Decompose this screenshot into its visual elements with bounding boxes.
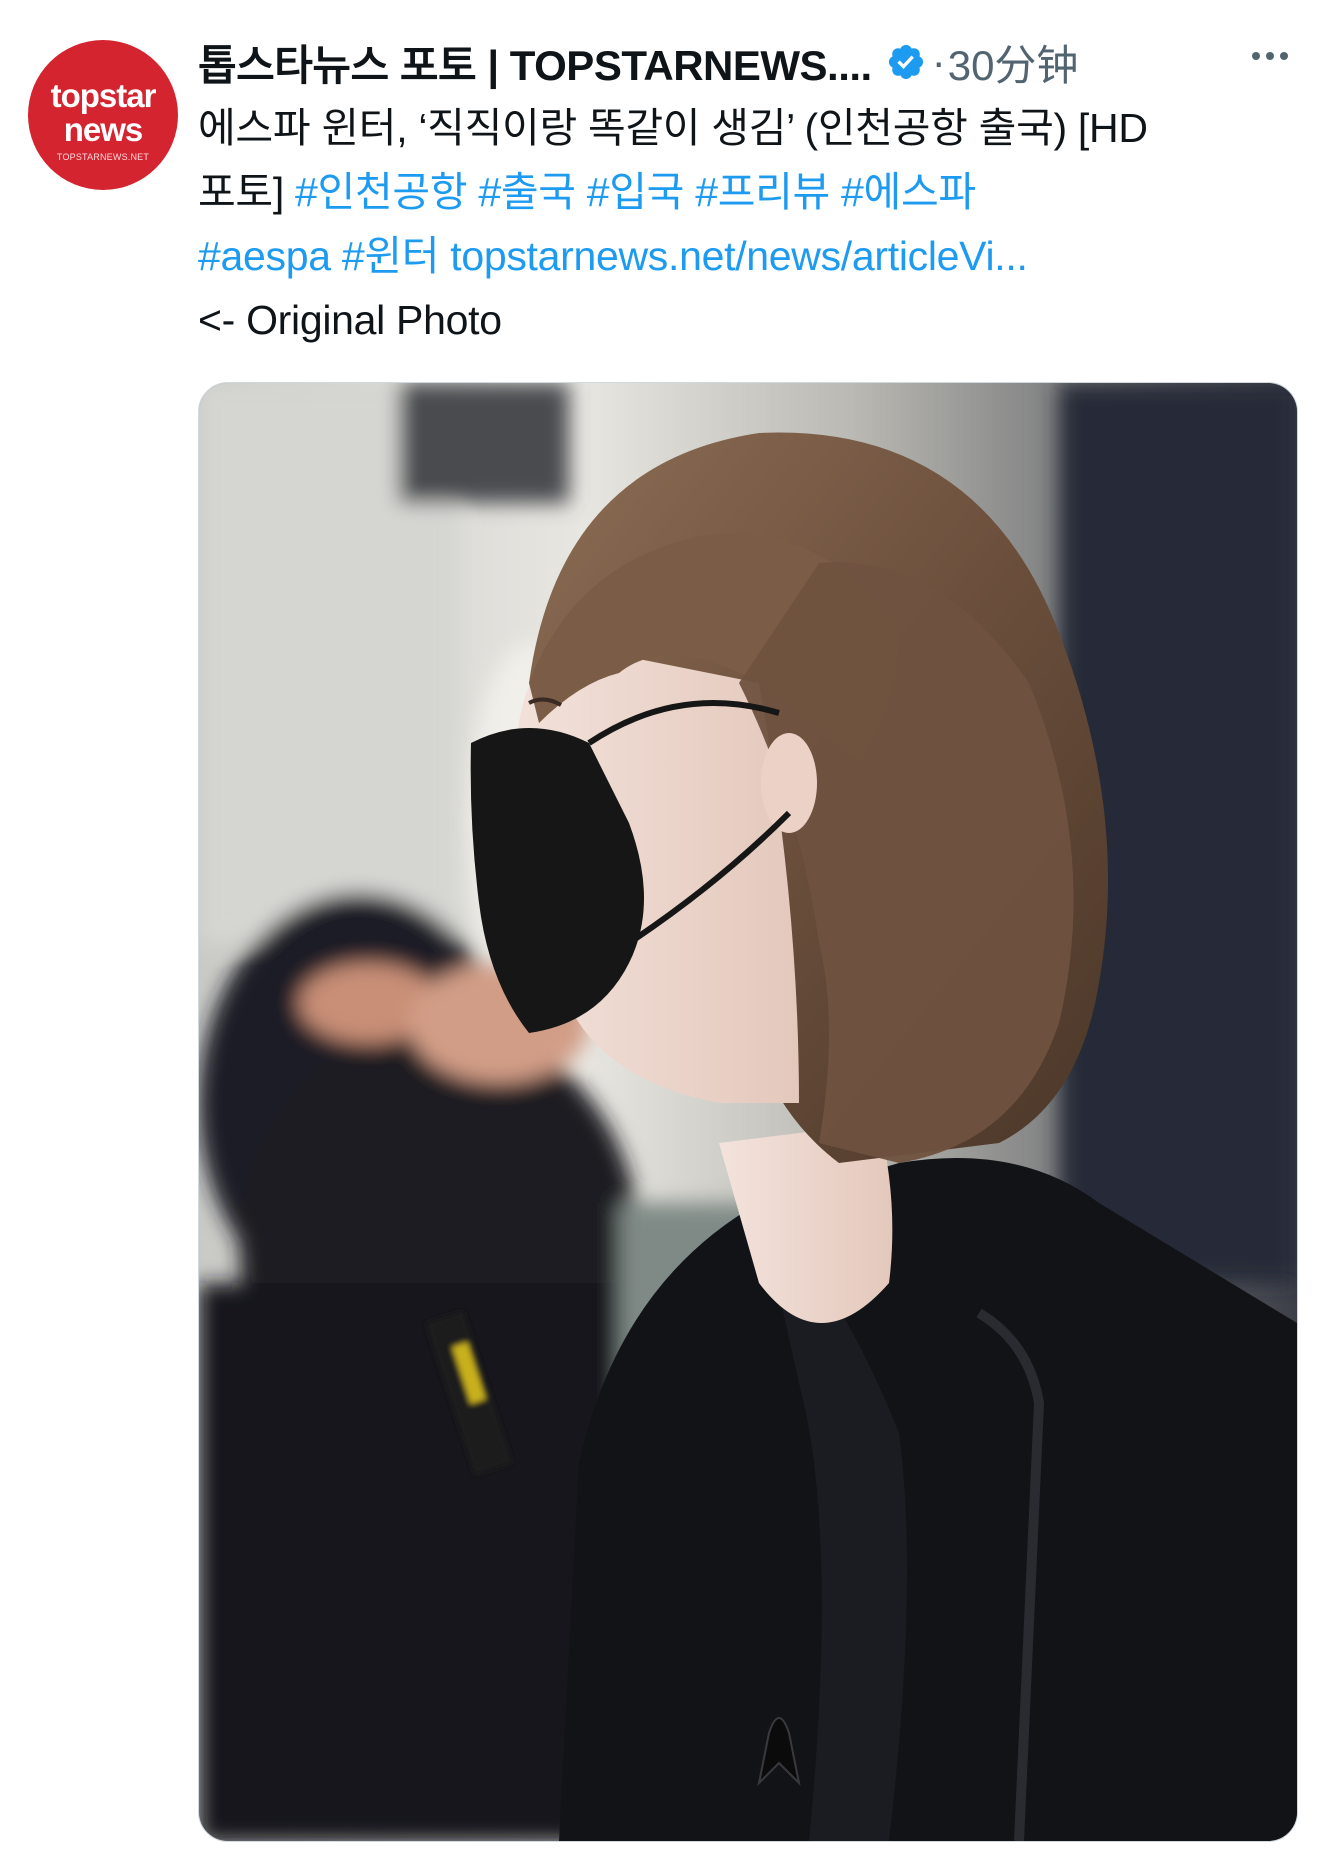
- hashtag-link[interactable]: #프리뷰: [695, 169, 830, 215]
- tweet-header: 톱스타뉴스 포토 | TOPSTARNEWS.... · 30分钟: [198, 32, 1298, 92]
- verified-badge-icon: [888, 44, 923, 80]
- article-link[interactable]: topstarnews.net/news/articleVi...: [450, 233, 1028, 279]
- tweet-timestamp[interactable]: 30分钟: [948, 32, 1079, 93]
- header-separator: ·: [931, 38, 946, 85]
- hashtag-link[interactable]: #출국: [478, 169, 576, 215]
- more-horizontal-icon[interactable]: [1250, 46, 1290, 66]
- author-display-name[interactable]: 톱스타뉴스 포토 | TOPSTARNEWS....: [198, 32, 872, 93]
- hashtag-link[interactable]: #aespa: [198, 233, 331, 279]
- tweet-text-line3: #aespa #윈터 topstarnews.net/news/articleV…: [198, 224, 1298, 288]
- photo-illustration: [199, 383, 1297, 1841]
- tweet-text-line2-prefix: 포토]: [198, 169, 284, 215]
- tweet-card[interactable]: topstar news TOPSTARNEWS.NET 톱스타뉴스 포토 | …: [0, 0, 1320, 1859]
- hashtag-link[interactable]: #에스파: [841, 169, 976, 215]
- author-avatar[interactable]: topstar news TOPSTARNEWS.NET: [28, 40, 178, 190]
- tweet-text-line1: 에스파 윈터, ‘직직이랑 똑같이 생김’ (인천공항 출국) [HD: [198, 105, 1148, 151]
- hashtag-link[interactable]: #윈터: [342, 233, 440, 279]
- tweet-text-line2: 포토] #인천공항 #출국 #입국 #프리뷰 #에스파: [198, 160, 1298, 224]
- avatar-logo-line2: news: [63, 111, 144, 148]
- hashtag-link[interactable]: #인천공항: [295, 169, 467, 215]
- avatar-logo-sub: TOPSTARNEWS.NET: [56, 152, 150, 162]
- tweet-photo[interactable]: [198, 382, 1298, 1842]
- avatar-logo-line1: topstar: [50, 77, 157, 114]
- tweet-text-line4: <- Original Photo: [198, 297, 502, 343]
- tweet-text: 에스파 윈터, ‘직직이랑 똑같이 생김’ (인천공항 출국) [HD 포토] …: [198, 96, 1298, 352]
- hashtag-link[interactable]: #입국: [587, 169, 685, 215]
